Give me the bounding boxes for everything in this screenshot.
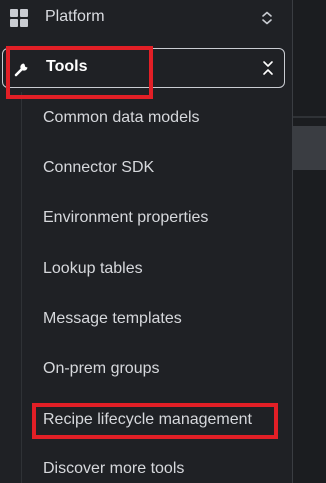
sidebar-subitem-message-templates[interactable]: Message templates: [43, 308, 182, 330]
sidebar-subitem-connector-sdk[interactable]: Connector SDK: [43, 157, 154, 179]
sidebar-subitem-on-prem-groups[interactable]: On-prem groups: [43, 358, 160, 380]
sidebar: Platform Tools Common data models Connec…: [0, 0, 292, 483]
page: Platform Tools Common data models Connec…: [0, 0, 326, 483]
sidebar-subitem-common-data-models[interactable]: Common data models: [43, 107, 200, 129]
sidebar-item-platform[interactable]: Platform: [0, 2, 292, 34]
sidebar-subitem-recipe-lifecycle-management[interactable]: Recipe lifecycle management: [43, 409, 252, 431]
chevron-collapse-icon[interactable]: [261, 60, 275, 76]
sidebar-item-label: Platform: [45, 8, 105, 25]
content-block: [293, 126, 326, 170]
content-pane-edge: [293, 0, 326, 483]
tree-guide-line: [21, 92, 22, 483]
wrench-icon: [14, 63, 28, 77]
sidebar-subitem-lookup-tables[interactable]: Lookup tables: [43, 258, 143, 280]
sidebar-subitem-environment-properties[interactable]: Environment properties: [43, 207, 208, 229]
chevron-up-down-icon[interactable]: [261, 11, 273, 25]
sidebar-item-tools[interactable]: Tools: [2, 48, 285, 88]
sidebar-item-label: Tools: [46, 58, 88, 75]
grid-icon: [10, 9, 28, 27]
content-strip: [293, 116, 326, 118]
sidebar-subitem-discover-more-tools[interactable]: Discover more tools: [43, 458, 184, 480]
